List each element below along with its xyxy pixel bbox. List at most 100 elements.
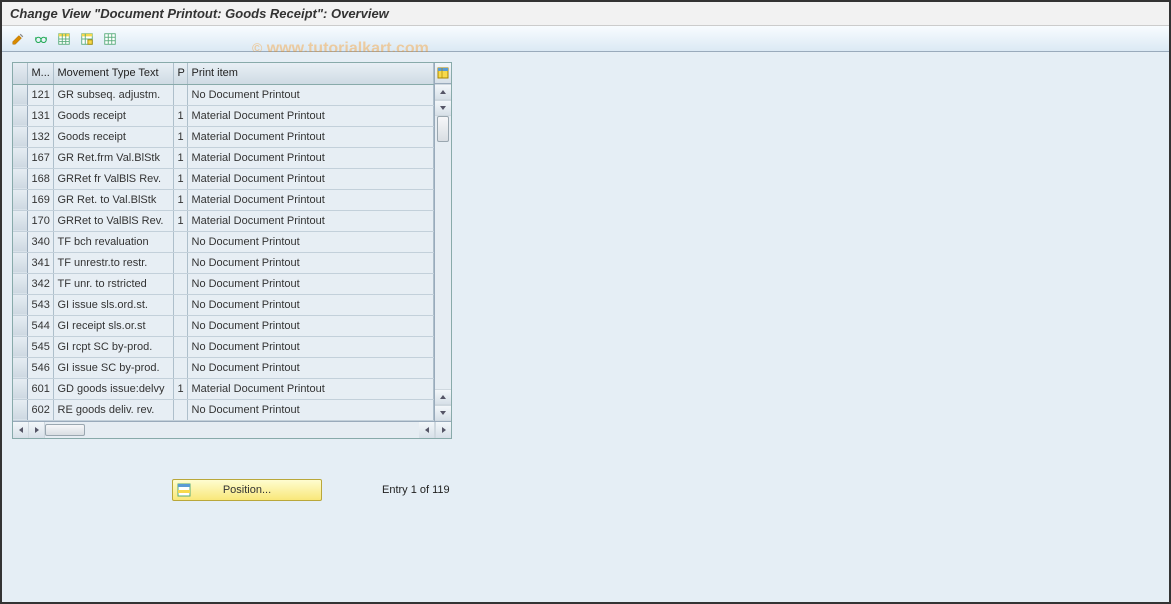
hscroll-track[interactable] [45, 422, 105, 438]
row-selector[interactable] [13, 357, 27, 378]
cell-p[interactable]: 1 [173, 147, 187, 168]
cell-p[interactable]: 1 [173, 168, 187, 189]
cell-p[interactable] [173, 273, 187, 294]
select-all-button[interactable] [54, 29, 74, 49]
header-row-selector[interactable] [13, 63, 27, 84]
cell-p[interactable] [173, 252, 187, 273]
cell-m[interactable]: 340 [27, 231, 53, 252]
cell-movement-type-text[interactable]: Goods receipt [53, 105, 173, 126]
cell-print-item[interactable]: No Document Printout [187, 252, 434, 273]
row-selector[interactable] [13, 147, 27, 168]
cell-p[interactable]: 1 [173, 105, 187, 126]
cell-print-item[interactable]: No Document Printout [187, 273, 434, 294]
cell-print-item[interactable]: No Document Printout [187, 294, 434, 315]
cell-m[interactable]: 543 [27, 294, 53, 315]
cell-p[interactable] [173, 294, 187, 315]
cell-p[interactable]: 1 [173, 210, 187, 231]
cell-print-item[interactable]: No Document Printout [187, 357, 434, 378]
cell-m[interactable]: 341 [27, 252, 53, 273]
scroll-right-button[interactable] [29, 422, 45, 438]
row-selector[interactable] [13, 189, 27, 210]
cell-movement-type-text[interactable]: GR subseq. adjustm. [53, 84, 173, 105]
cell-movement-type-text[interactable]: Goods receipt [53, 126, 173, 147]
cell-m[interactable]: 342 [27, 273, 53, 294]
cell-print-item[interactable]: Material Document Printout [187, 105, 434, 126]
table-settings-button[interactable] [100, 29, 120, 49]
deselect-all-button[interactable] [77, 29, 97, 49]
cell-p[interactable] [173, 336, 187, 357]
cell-movement-type-text[interactable]: GD goods issue:delvy [53, 378, 173, 399]
configure-columns-button[interactable] [435, 63, 451, 84]
cell-print-item[interactable]: No Document Printout [187, 315, 434, 336]
cell-m[interactable]: 131 [27, 105, 53, 126]
scroll-right-end-button[interactable] [435, 422, 451, 438]
cell-movement-type-text[interactable]: GI receipt sls.or.st [53, 315, 173, 336]
cell-print-item[interactable]: Material Document Printout [187, 189, 434, 210]
header-m[interactable]: M... [27, 63, 53, 84]
row-selector[interactable] [13, 294, 27, 315]
cell-print-item[interactable]: Material Document Printout [187, 126, 434, 147]
row-selector[interactable] [13, 210, 27, 231]
row-selector[interactable] [13, 84, 27, 105]
scroll-left-button[interactable] [13, 422, 29, 438]
cell-movement-type-text[interactable]: RE goods deliv. rev. [53, 399, 173, 420]
cell-p[interactable] [173, 315, 187, 336]
cell-movement-type-text[interactable]: TF bch revaluation [53, 231, 173, 252]
vertical-scrollbar[interactable] [434, 63, 451, 421]
header-p[interactable]: P [173, 63, 187, 84]
row-selector[interactable] [13, 231, 27, 252]
cell-movement-type-text[interactable]: TF unrestr.to restr. [53, 252, 173, 273]
cell-m[interactable]: 170 [27, 210, 53, 231]
cell-m[interactable]: 546 [27, 357, 53, 378]
cell-p[interactable]: 1 [173, 126, 187, 147]
cell-movement-type-text[interactable]: GRRet to ValBlS Rev. [53, 210, 173, 231]
cell-m[interactable]: 169 [27, 189, 53, 210]
vscroll-thumb[interactable] [437, 116, 449, 142]
row-selector[interactable] [13, 168, 27, 189]
row-selector[interactable] [13, 105, 27, 126]
cell-m[interactable]: 167 [27, 147, 53, 168]
cell-m[interactable]: 168 [27, 168, 53, 189]
cell-p[interactable]: 1 [173, 189, 187, 210]
cell-print-item[interactable]: No Document Printout [187, 84, 434, 105]
scroll-left-end-button[interactable] [419, 422, 435, 438]
cell-print-item[interactable]: No Document Printout [187, 399, 434, 420]
scroll-up-button[interactable] [435, 84, 451, 100]
hscroll-thumb[interactable] [45, 424, 85, 436]
scroll-down-button[interactable] [435, 100, 451, 116]
header-movement-type-text[interactable]: Movement Type Text [53, 63, 173, 84]
cell-movement-type-text[interactable]: GR Ret.frm Val.BlStk [53, 147, 173, 168]
cell-p[interactable] [173, 399, 187, 420]
cell-m[interactable]: 132 [27, 126, 53, 147]
horizontal-scrollbar[interactable] [13, 421, 451, 438]
cell-p[interactable] [173, 231, 187, 252]
position-button[interactable]: Position... [172, 479, 322, 501]
cell-p[interactable] [173, 357, 187, 378]
cell-print-item[interactable]: No Document Printout [187, 231, 434, 252]
scroll-up-bottom-button[interactable] [435, 389, 451, 405]
cell-movement-type-text[interactable]: GI issue SC by-prod. [53, 357, 173, 378]
row-selector[interactable] [13, 399, 27, 420]
display-details-button[interactable] [31, 29, 51, 49]
vscroll-track[interactable] [435, 116, 451, 389]
toggle-change-button[interactable] [8, 29, 28, 49]
row-selector[interactable] [13, 378, 27, 399]
cell-m[interactable]: 601 [27, 378, 53, 399]
row-selector[interactable] [13, 252, 27, 273]
cell-print-item[interactable]: Material Document Printout [187, 378, 434, 399]
scroll-down-bottom-button[interactable] [435, 405, 451, 421]
cell-print-item[interactable]: Material Document Printout [187, 210, 434, 231]
cell-movement-type-text[interactable]: GI issue sls.ord.st. [53, 294, 173, 315]
cell-p[interactable]: 1 [173, 378, 187, 399]
cell-movement-type-text[interactable]: GR Ret. to Val.BlStk [53, 189, 173, 210]
cell-print-item[interactable]: Material Document Printout [187, 168, 434, 189]
cell-m[interactable]: 602 [27, 399, 53, 420]
header-print-item[interactable]: Print item [187, 63, 434, 84]
cell-movement-type-text[interactable]: GI rcpt SC by-prod. [53, 336, 173, 357]
cell-m[interactable]: 545 [27, 336, 53, 357]
cell-m[interactable]: 121 [27, 84, 53, 105]
cell-movement-type-text[interactable]: GRRet fr ValBlS Rev. [53, 168, 173, 189]
row-selector[interactable] [13, 273, 27, 294]
cell-movement-type-text[interactable]: TF unr. to rstricted [53, 273, 173, 294]
row-selector[interactable] [13, 336, 27, 357]
